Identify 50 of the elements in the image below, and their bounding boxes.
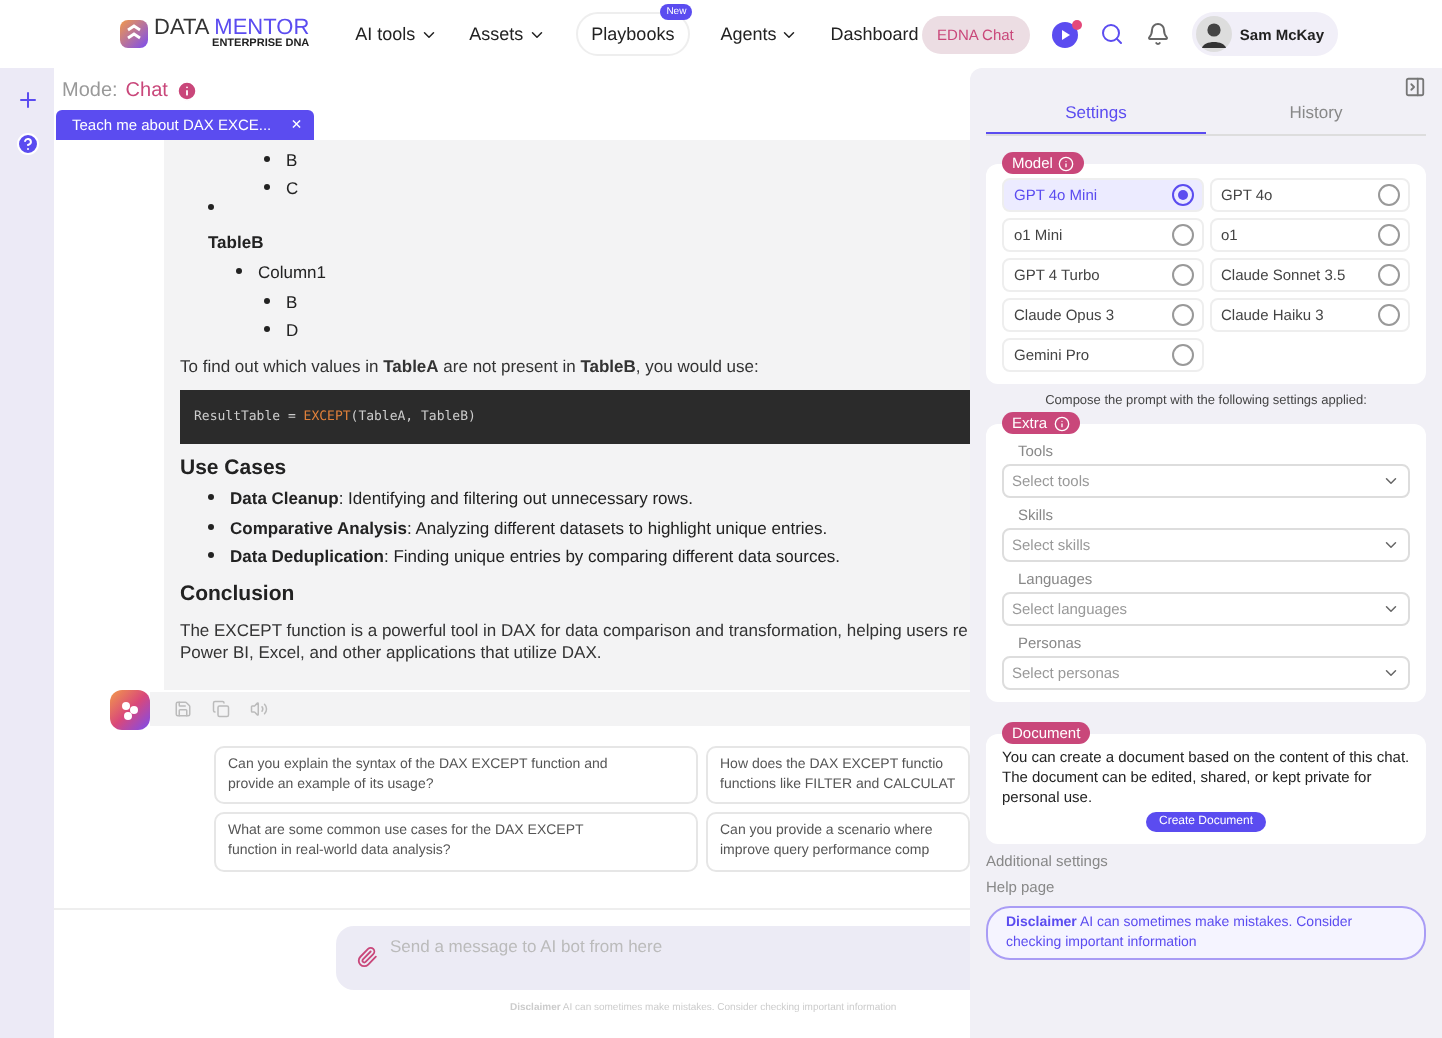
logo-text: DATA MENTOR: [154, 17, 310, 40]
paragraph: To find out which values in TableA are not present in TableB, you would use:: [180, 355, 761, 379]
panel-tab[interactable]: Settings: [986, 94, 1206, 134]
radio-button[interactable]: [1171, 264, 1193, 286]
list-item: D: [286, 320, 299, 344]
speaker-icon[interactable]: [250, 700, 268, 719]
avatar-icon: [1195, 16, 1232, 52]
list-item: Data Cleanup: Identifying and filtering out unnecessary rows.: [230, 488, 694, 512]
copy-icon[interactable]: [212, 700, 230, 719]
nav-link[interactable]: Dashboard: [828, 12, 921, 56]
radio-button[interactable]: [1171, 304, 1193, 326]
paragraph: The EXCEPT function is a powerful tool in DAX for data comparison and transformation, helping users re Power BI, Excel, and other applications that utilize DAX.: [180, 619, 970, 666]
table-label: TableB: [206, 231, 266, 255]
close-button[interactable]: ×: [291, 116, 302, 134]
bullet-icon: [208, 203, 214, 210]
info-icon: [175, 80, 198, 102]
list-item: B: [286, 291, 298, 315]
help-icon[interactable]: [15, 132, 39, 156]
collapse-panel-icon[interactable]: [1404, 76, 1426, 98]
save-icon[interactable]: [174, 700, 192, 719]
list-item: B: [286, 150, 298, 173]
nav-link[interactable]: AI tools: [353, 12, 440, 56]
mode-value: Chat: [125, 80, 168, 102]
radio-button[interactable]: [1378, 264, 1400, 286]
radio-button[interactable]: [1171, 344, 1193, 366]
new-chat-icon[interactable]: [15, 88, 39, 112]
radio-button[interactable]: [1171, 184, 1193, 206]
list-item: Column1: [258, 262, 327, 286]
message-field[interactable]: Send a message to AI bot from here: [336, 925, 970, 990]
list-item: C: [286, 178, 299, 202]
list-item: Data Deduplication: Finding unique entries by comparing different data sources.: [230, 546, 841, 570]
section-heading: Use Cases: [180, 454, 289, 483]
play-icon[interactable]: [1051, 21, 1078, 47]
section-heading: Conclusion: [180, 579, 297, 608]
chevron-icon: [1382, 600, 1400, 618]
radio-button[interactable]: [1378, 304, 1400, 326]
nav-link[interactable]: Assets: [467, 12, 548, 56]
radio-button[interactable]: [1378, 184, 1400, 206]
attach-icon[interactable]: [356, 945, 378, 968]
nav-link[interactable]: Agents: [718, 12, 801, 56]
search-icon[interactable]: [1099, 22, 1124, 46]
radio-button[interactable]: [1378, 224, 1400, 246]
bell-icon[interactable]: [1145, 22, 1170, 46]
chevron-icon: [1382, 664, 1400, 682]
chevron-icon: [1382, 536, 1400, 554]
mode-label: Mode:: [62, 80, 118, 102]
logo-icon: [120, 20, 148, 48]
chevron-icon: [1382, 472, 1400, 490]
list-item: Comparative Analysis: Analyzing different datasets to highlight unique entries.: [230, 517, 828, 541]
radio-button[interactable]: [1171, 224, 1193, 246]
